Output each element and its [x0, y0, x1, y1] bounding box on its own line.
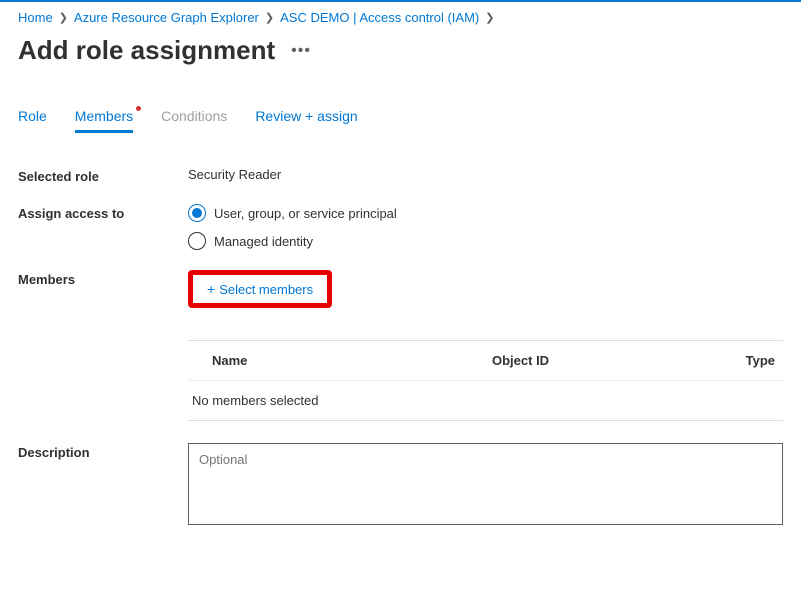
radio-icon: [188, 232, 206, 250]
page-title-row: Add role assignment •••: [18, 35, 783, 66]
col-header-type: Type: [732, 353, 783, 368]
highlight-select-members: + Select members: [188, 270, 332, 308]
tab-dot-icon: [136, 106, 141, 111]
chevron-right-icon: ❯: [265, 11, 274, 24]
tab-members[interactable]: Members: [75, 108, 133, 133]
page-title: Add role assignment: [18, 35, 275, 66]
col-header-name: Name: [212, 353, 492, 368]
members-table: Name Object ID Type No members selected: [188, 340, 783, 421]
select-members-button[interactable]: + Select members: [207, 281, 313, 297]
row-assign-access: Assign access to User, group, or service…: [18, 204, 783, 250]
tabs: Role Members Conditions Review + assign: [18, 108, 783, 133]
description-textarea[interactable]: [188, 443, 783, 525]
row-members: Members + Select members: [18, 270, 783, 308]
radio-managed-identity[interactable]: Managed identity: [188, 232, 783, 250]
row-selected-role: Selected role Security Reader: [18, 167, 783, 184]
plus-icon: +: [207, 281, 215, 297]
chevron-right-icon: ❯: [59, 11, 68, 24]
radio-label: User, group, or service principal: [214, 206, 397, 221]
col-header-object-id: Object ID: [492, 353, 732, 368]
row-description: Description: [18, 443, 783, 525]
label-assign-access: Assign access to: [18, 204, 188, 221]
select-members-label: Select members: [219, 282, 313, 297]
breadcrumb: Home ❯ Azure Resource Graph Explorer ❯ A…: [18, 10, 783, 25]
label-selected-role: Selected role: [18, 167, 188, 184]
value-selected-role: Security Reader: [188, 167, 783, 182]
radio-user-group-principal[interactable]: User, group, or service principal: [188, 204, 783, 222]
label-description: Description: [18, 443, 188, 525]
radio-icon: [188, 204, 206, 222]
value-members: + Select members: [188, 270, 783, 308]
table-header: Name Object ID Type: [188, 341, 783, 381]
chevron-right-icon: ❯: [485, 11, 494, 24]
tab-conditions: Conditions: [161, 108, 227, 133]
page-container: Home ❯ Azure Resource Graph Explorer ❯ A…: [0, 2, 801, 525]
table-empty-row: No members selected: [188, 381, 783, 420]
breadcrumb-access-control[interactable]: ASC DEMO | Access control (IAM): [280, 10, 479, 25]
breadcrumb-home[interactable]: Home: [18, 10, 53, 25]
tab-role[interactable]: Role: [18, 108, 47, 133]
more-actions-icon[interactable]: •••: [291, 42, 311, 60]
radio-label: Managed identity: [214, 234, 313, 249]
label-members: Members: [18, 270, 188, 287]
radio-group-assign-access: User, group, or service principal Manage…: [188, 204, 783, 250]
tab-members-label: Members: [75, 108, 133, 124]
breadcrumb-resource-graph[interactable]: Azure Resource Graph Explorer: [74, 10, 259, 25]
tab-review-assign[interactable]: Review + assign: [255, 108, 357, 133]
